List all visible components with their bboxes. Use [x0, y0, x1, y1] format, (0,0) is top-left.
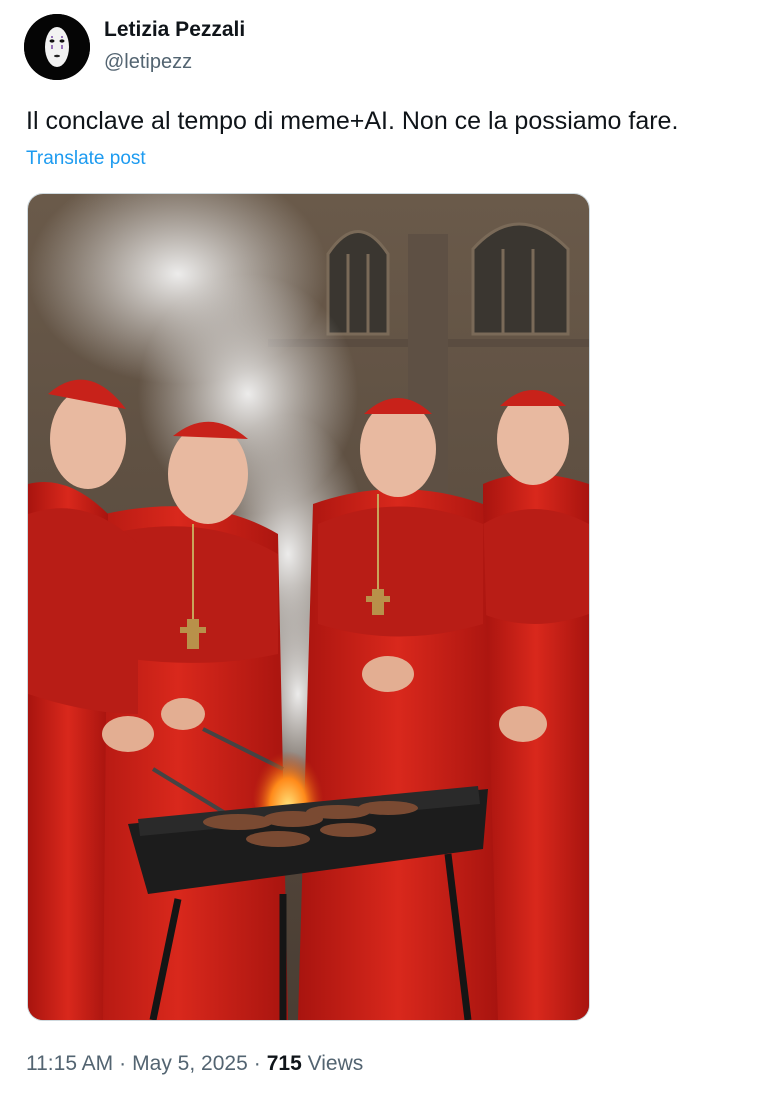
- views-label: Views: [307, 1052, 364, 1075]
- post-time[interactable]: 11:15 AM: [26, 1052, 113, 1075]
- meta-separator: ·: [119, 1052, 127, 1075]
- translate-post-link[interactable]: Translate post: [26, 148, 146, 170]
- post-image[interactable]: [27, 193, 590, 1021]
- post-text: Il conclave al tempo di meme+AI. Non ce …: [26, 107, 679, 135]
- cardinals-grilling-illustration: [28, 194, 589, 1020]
- no-face-mask-icon: [24, 14, 90, 80]
- author-handle[interactable]: @letipezz: [104, 51, 192, 74]
- post: Letizia Pezzali @letipezz Il conclave al…: [0, 0, 780, 1093]
- avatar[interactable]: [24, 14, 90, 80]
- meta-separator: ·: [253, 1052, 261, 1075]
- post-date[interactable]: May 5, 2025: [132, 1052, 248, 1075]
- author-display-name[interactable]: Letizia Pezzali: [104, 18, 245, 42]
- post-meta: 11:15 AM · May 5, 2025 · 715 Views: [26, 1052, 363, 1076]
- views-count[interactable]: 715: [267, 1052, 302, 1075]
